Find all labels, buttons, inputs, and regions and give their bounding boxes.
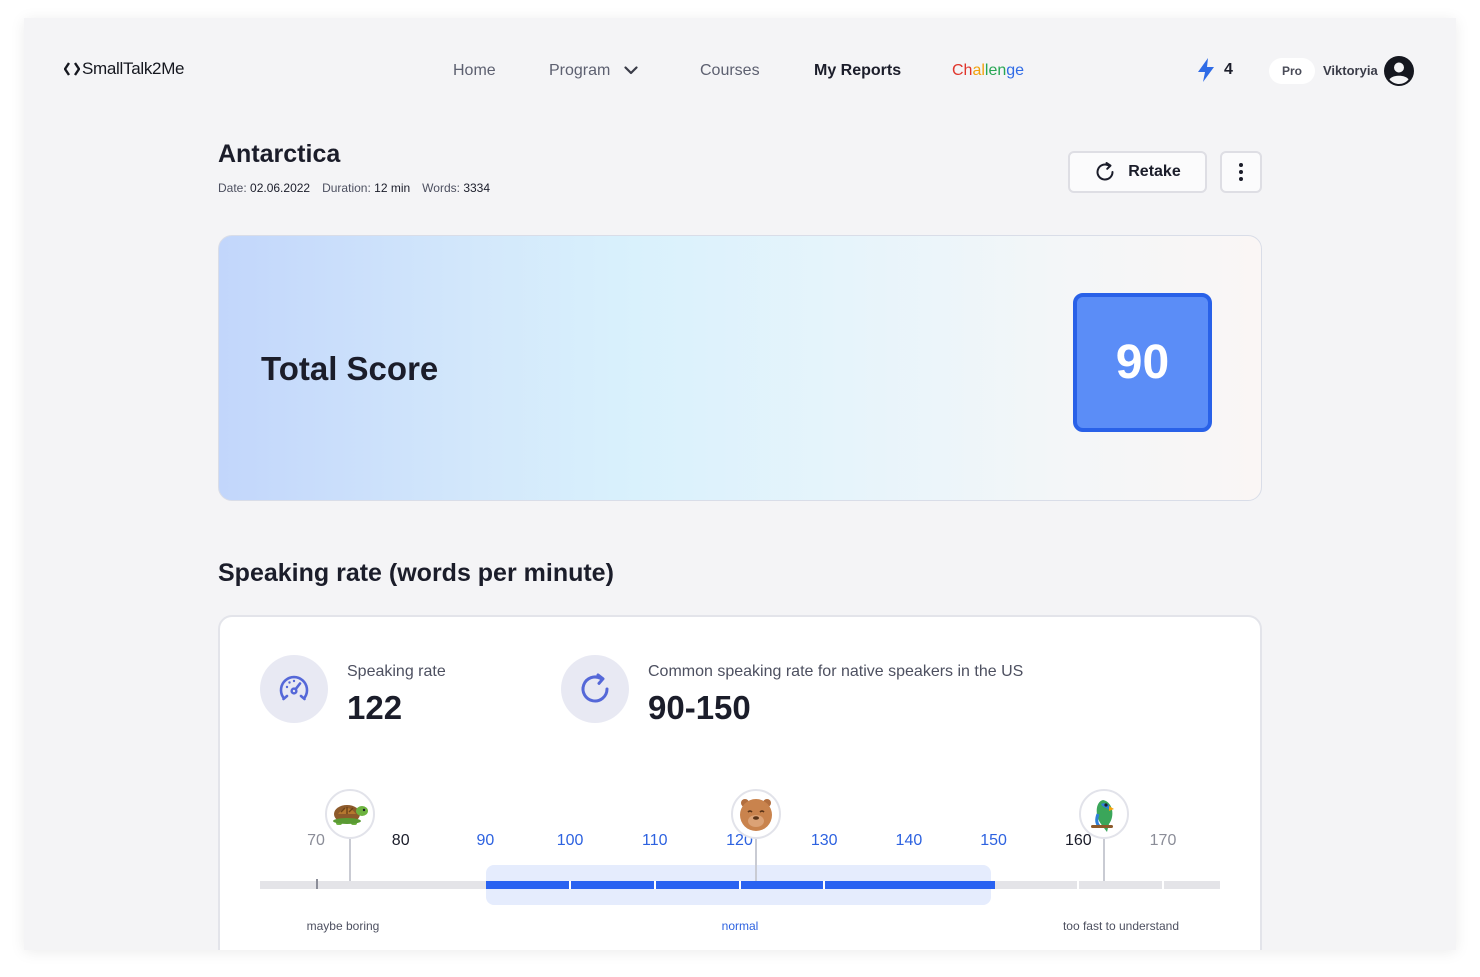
speaking-rate-label: Speaking rate (347, 663, 446, 680)
speedometer-icon (260, 655, 328, 723)
challenge-part: len (984, 62, 1007, 79)
challenge-part: Ch (952, 62, 973, 79)
segment-separator (823, 881, 826, 889)
report-meta: Date: 02.06.2022 Duration: 12 min Words:… (218, 181, 490, 195)
more-vertical-icon (1239, 163, 1243, 181)
streak-count: 4 (1224, 61, 1233, 78)
main-nav: Home Program Courses My Reports Challeng… (24, 59, 1456, 83)
segment-separator (569, 881, 572, 889)
tick-label: 110 (642, 832, 668, 849)
challenge-part: al (972, 62, 985, 79)
segment-separator (653, 881, 656, 889)
report-date: Date: 02.06.2022 (218, 181, 310, 195)
total-score-label: Total Score (261, 350, 439, 387)
retake-label: Retake (1128, 163, 1181, 180)
nav-courses[interactable]: Courses (700, 59, 760, 83)
turtle-marker-stem (348, 839, 351, 881)
nav-program[interactable]: Program (549, 59, 638, 83)
segment-separator (738, 881, 741, 889)
challenge-part: ge (1006, 62, 1025, 79)
turtle-icon (324, 789, 375, 839)
nav-program-label: Program (549, 62, 611, 79)
tick-label: 160 (1064, 832, 1092, 849)
scale-start-mark (316, 879, 318, 889)
tick-label: 70 (307, 832, 325, 849)
nav-challenge[interactable]: Challenge (952, 59, 1024, 83)
capybara-icon (731, 789, 782, 839)
section-title: Speaking rate (words per minute) (218, 559, 614, 587)
speaking-rate-value: 122 (347, 689, 403, 726)
user-avatar-icon[interactable] (1384, 56, 1414, 86)
parrot-icon (1078, 789, 1129, 839)
track-separator (1077, 881, 1080, 889)
reload-icon (561, 655, 629, 723)
track-separator (1162, 881, 1164, 889)
words-value: 3334 (463, 181, 491, 195)
retake-button[interactable]: Retake (1068, 151, 1207, 193)
capybara-marker-stem (755, 839, 758, 881)
app-window: SmallTalk2Me Home Program Courses My Rep… (24, 18, 1456, 950)
date-label: Date: (218, 181, 247, 195)
zone-label-fast: too fast to understand (1062, 919, 1180, 933)
duration-value: 12 min (374, 181, 411, 195)
native-rate-value: 90-150 (648, 689, 751, 726)
nav-home[interactable]: Home (453, 59, 496, 83)
tick-label: 100 (556, 832, 584, 849)
streak-counter[interactable]: 4 (1196, 57, 1233, 83)
tick-label: 90 (476, 832, 495, 849)
total-score-card: Total Score 90 (218, 235, 1262, 501)
tick-label: 130 (810, 832, 838, 849)
user-name[interactable]: Viktoryia (1323, 63, 1378, 78)
lightning-icon (1198, 58, 1214, 82)
more-options-button[interactable] (1220, 151, 1262, 193)
zone-label-normal: normal (721, 919, 759, 933)
chevron-down-icon (624, 66, 638, 75)
nav-my-reports[interactable]: My Reports (814, 59, 901, 83)
parrot-marker-stem (1102, 839, 1105, 881)
report-duration: Duration: 12 min (322, 181, 410, 195)
total-score-value: 90 (1073, 293, 1212, 432)
duration-label: Duration: (322, 181, 371, 195)
tick-label: 80 (391, 832, 410, 849)
report-title: Antarctica (218, 140, 341, 168)
zone-label-slow: maybe boring (306, 919, 380, 933)
plan-badge: Pro (1269, 58, 1315, 84)
speaking-rate-card: Speaking rate 122 Common speaking rate f… (218, 615, 1262, 950)
tick-label: 150 (980, 832, 1007, 849)
report-words: Words: 3334 (422, 181, 490, 195)
native-rate-label: Common speaking rate for native speakers… (648, 663, 1024, 680)
refresh-icon (1096, 162, 1114, 181)
tick-label: 170 (1149, 832, 1177, 849)
date-value: 02.06.2022 (250, 181, 311, 195)
words-label: Words: (422, 181, 460, 195)
tick-label: 140 (895, 832, 923, 849)
